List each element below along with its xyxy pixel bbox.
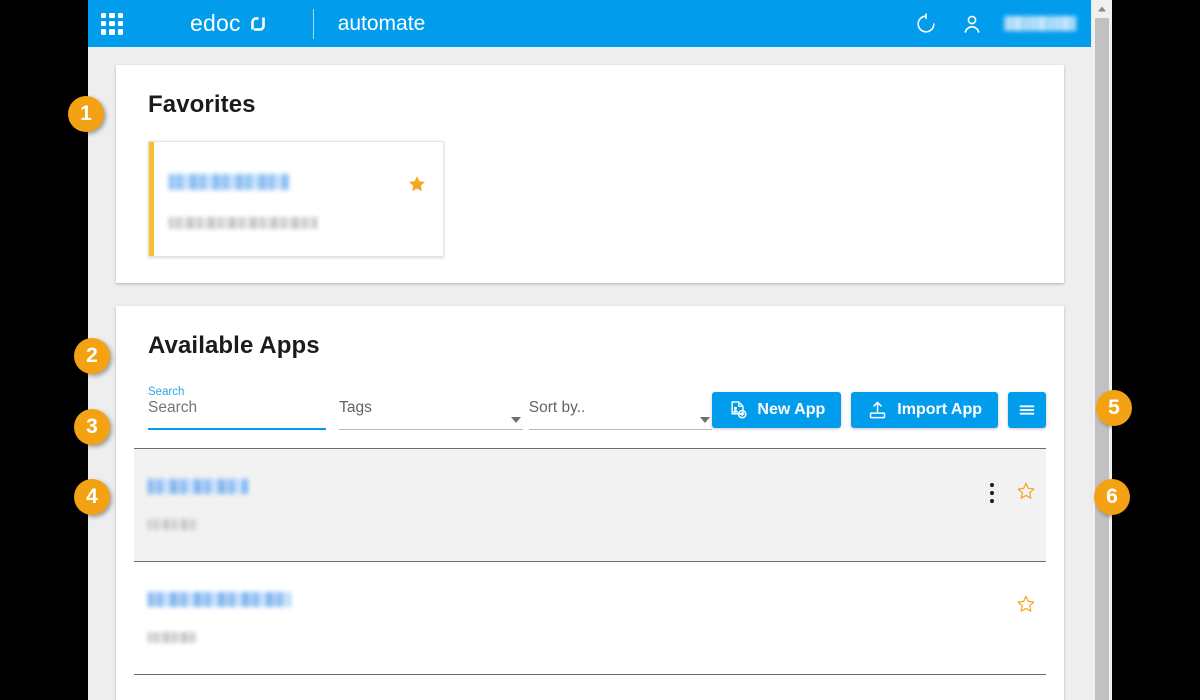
- star-filled-icon[interactable]: [407, 174, 427, 194]
- app-name[interactable]: [148, 479, 248, 494]
- search-input[interactable]: Search: [148, 398, 326, 418]
- annotation-badge-3: 3: [74, 409, 110, 445]
- toolbar-buttons: New App Import App: [712, 392, 1046, 428]
- import-app-button-label: Import App: [897, 401, 982, 419]
- apps-menu-button[interactable]: [1008, 392, 1046, 428]
- favorite-accent-bar: [149, 142, 154, 256]
- app-description: [148, 632, 196, 643]
- tags-underline: [339, 429, 523, 430]
- search-underline: [148, 428, 326, 430]
- new-app-document-icon: [728, 400, 748, 420]
- edoc-loop-icon: [247, 13, 269, 35]
- scrollbar-thumb[interactable]: [1095, 18, 1109, 700]
- annotation-badge-5: 5: [1096, 390, 1132, 426]
- chevron-down-icon[interactable]: [700, 417, 710, 423]
- favorite-app-subtitle: [169, 217, 317, 229]
- table-row[interactable]: [134, 562, 1046, 675]
- apps-list: [134, 448, 1046, 675]
- apps-grid-button[interactable]: [92, 4, 132, 44]
- annotation-badge-1: 1: [68, 96, 104, 132]
- new-app-button[interactable]: New App: [712, 392, 841, 428]
- product-name: automate: [338, 12, 426, 36]
- refresh-button[interactable]: [912, 10, 940, 38]
- annotation-badge-6: 6: [1094, 479, 1130, 515]
- sort-select-value: Sort by..: [529, 398, 713, 418]
- app-description: [148, 519, 198, 530]
- apps-toolbar: Search Search Tags Sort by..: [148, 386, 1046, 430]
- favorite-app-name[interactable]: [169, 174, 289, 190]
- appbar-divider: [313, 9, 314, 39]
- chevron-down-icon[interactable]: [511, 417, 521, 423]
- favorites-title: Favorites: [148, 91, 1046, 119]
- tags-select[interactable]: Tags: [339, 386, 523, 430]
- account-button[interactable]: [958, 10, 986, 38]
- sort-underline: [529, 429, 713, 430]
- refresh-icon: [915, 13, 937, 35]
- annotation-badge-4: 4: [74, 479, 110, 515]
- favorites-tile-row: [134, 141, 1046, 257]
- more-vertical-icon[interactable]: [984, 481, 1000, 505]
- available-apps-title: Available Apps: [148, 332, 1046, 360]
- scroll-up-arrow-glyph: [1097, 5, 1107, 13]
- top-app-bar: edoc automate: [88, 0, 1092, 47]
- username-label[interactable]: [1004, 16, 1076, 31]
- app-name[interactable]: [148, 592, 291, 607]
- table-row[interactable]: [134, 449, 1046, 562]
- new-app-button-label: New App: [757, 401, 825, 419]
- page-content: Favorites Available Apps: [88, 47, 1092, 700]
- available-apps-card: Available Apps Search Search Tags Sort b…: [116, 306, 1064, 700]
- apps-grid-icon: [101, 13, 123, 35]
- tags-select-value: Tags: [339, 398, 523, 418]
- search-field[interactable]: Search Search: [148, 386, 326, 430]
- import-app-button[interactable]: Import App: [851, 392, 998, 428]
- annotation-badge-2: 2: [74, 338, 110, 374]
- screenshot-root: edoc automate: [0, 0, 1200, 700]
- app-viewport: edoc automate: [88, 0, 1112, 700]
- favorite-app-tile[interactable]: [148, 141, 444, 257]
- account-person-icon: [961, 13, 983, 35]
- star-outline-icon[interactable]: [1016, 481, 1036, 501]
- search-label: Search: [148, 386, 184, 398]
- brand-name: edoc: [190, 10, 241, 37]
- star-outline-icon[interactable]: [1016, 594, 1036, 614]
- favorites-card: Favorites: [116, 65, 1064, 283]
- vertical-scrollbar[interactable]: [1091, 0, 1112, 700]
- scroll-up-arrow-icon[interactable]: [1092, 0, 1112, 18]
- appbar-actions: [912, 10, 1092, 38]
- hamburger-menu-icon: [1016, 399, 1038, 421]
- brand-logo[interactable]: edoc: [190, 10, 269, 37]
- sort-select[interactable]: Sort by..: [529, 386, 713, 430]
- upload-import-icon: [867, 400, 888, 421]
